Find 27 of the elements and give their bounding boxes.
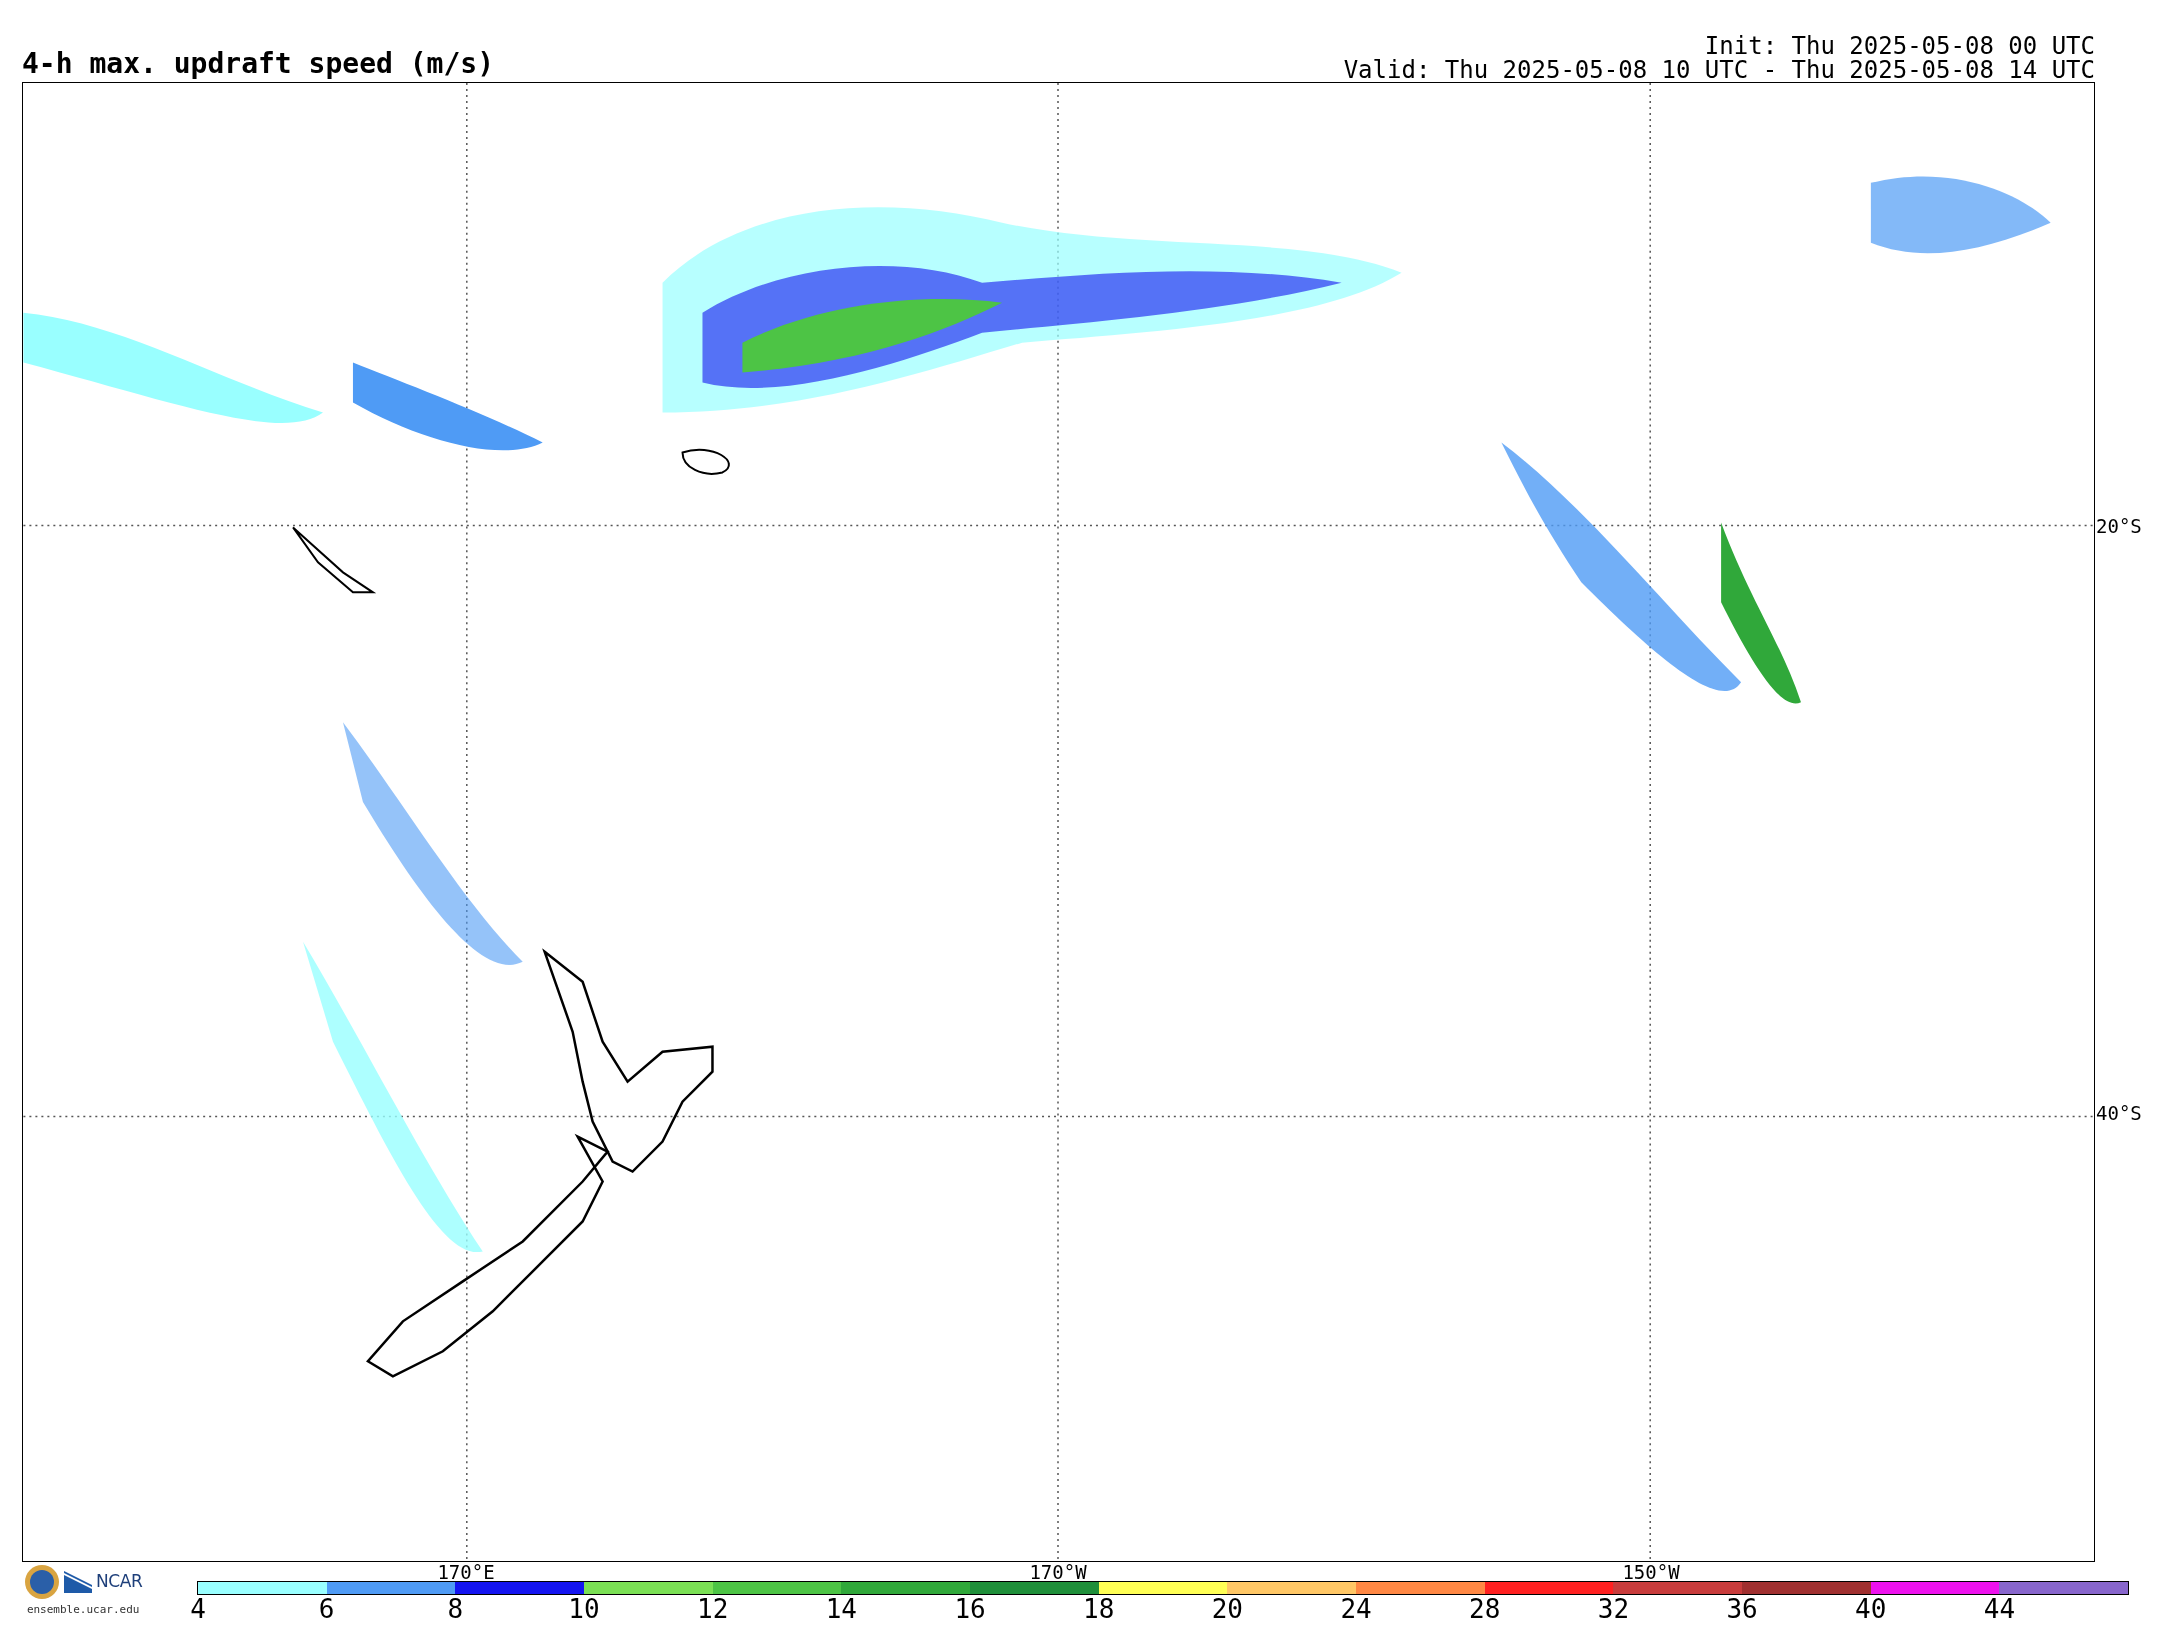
colorbar-label: 40 xyxy=(1855,1596,1887,1622)
colorbar-label: 12 xyxy=(697,1596,729,1622)
colorbar-label: 18 xyxy=(1083,1596,1115,1622)
colorbar-label: 44 xyxy=(1983,1596,2016,1622)
colorbar-label: 6 xyxy=(318,1596,335,1622)
colorbar-label: 28 xyxy=(1469,1596,1501,1622)
flag-logo-icon xyxy=(64,1571,92,1593)
longitude-label: 170°E xyxy=(436,1563,496,1582)
colorbar-label: 20 xyxy=(1211,1596,1244,1622)
website-url: ensemble.ucar.edu xyxy=(26,1602,140,1618)
colorbar-label: 16 xyxy=(954,1596,986,1622)
globe-logo-icon xyxy=(24,1564,60,1600)
colorbar-label: 10 xyxy=(568,1596,600,1622)
latitude-label: 40°S xyxy=(2096,1104,2142,1123)
colorbar-label: 32 xyxy=(1597,1596,1630,1622)
map-title: 4-h max. updraft speed (m/s) xyxy=(22,50,494,78)
init-time: Init: Thu 2025-05-08 00 UTC xyxy=(1704,34,2095,58)
colorbar-label: 24 xyxy=(1340,1596,1372,1622)
longitude-label: 150°W xyxy=(1621,1563,1681,1582)
colorbar-label: 8 xyxy=(447,1596,464,1622)
colorbar-label: 14 xyxy=(825,1596,857,1622)
valid-time: Valid: Thu 2025-05-08 10 UTC - Thu 2025-05-08 14 UTC xyxy=(1343,58,2095,82)
logo-text: NCAR xyxy=(96,1570,143,1594)
longitude-label: 170°W xyxy=(1028,1563,1088,1582)
latitude-label: 20°S xyxy=(2096,517,2142,536)
colorbar-label: 36 xyxy=(1726,1596,1758,1622)
colorbar-label: 4 xyxy=(190,1596,206,1622)
